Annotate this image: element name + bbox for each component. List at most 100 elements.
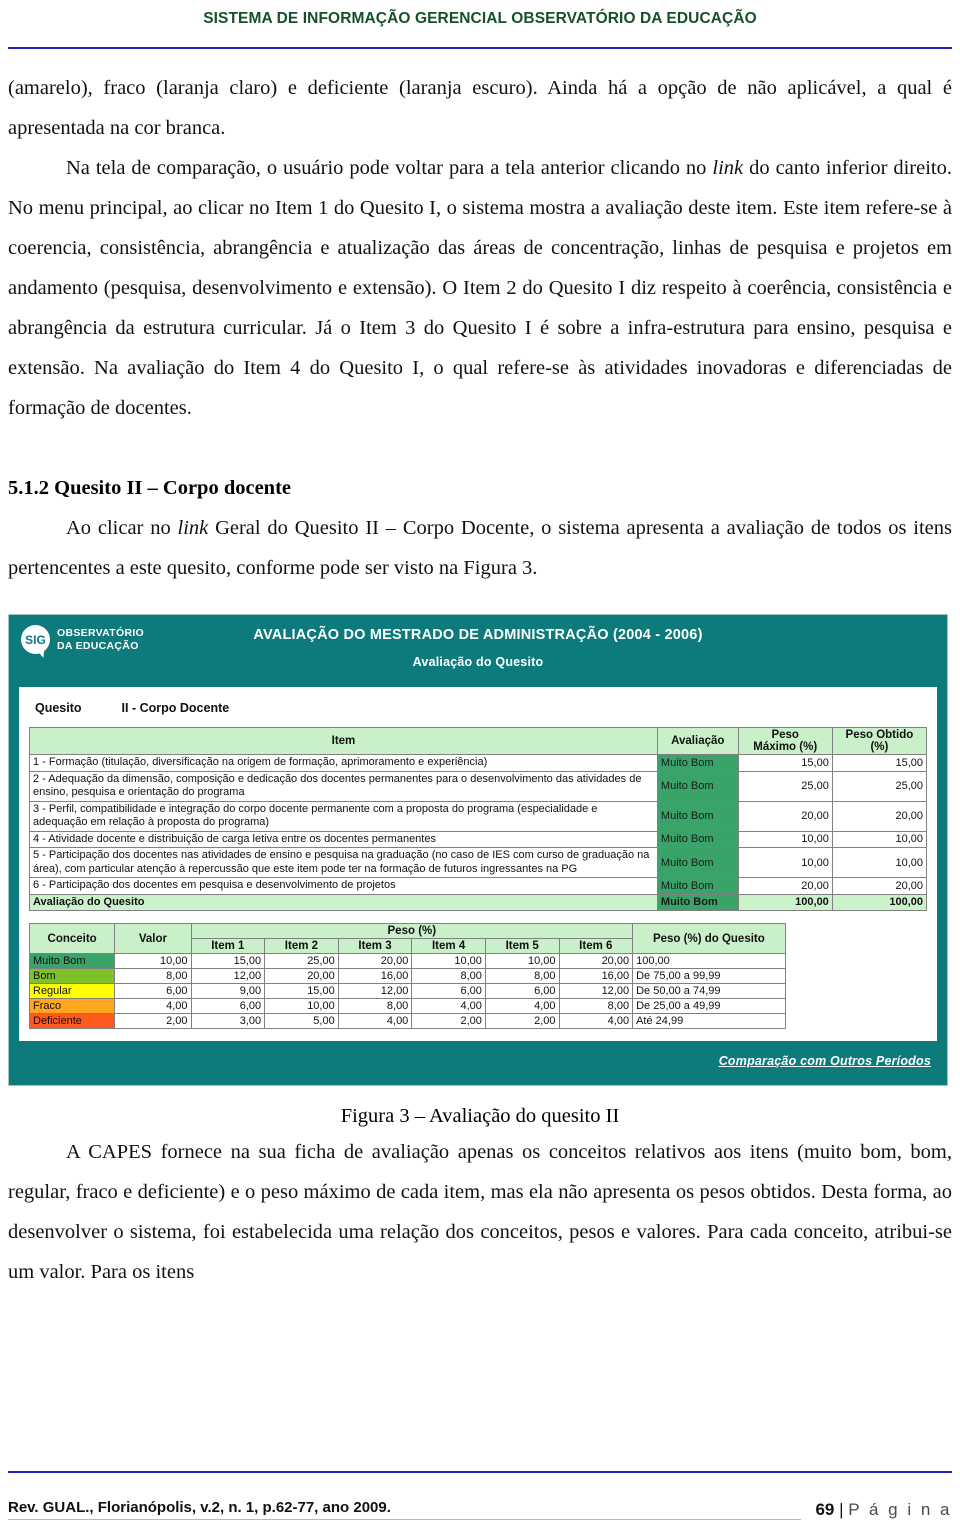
paragraph-3-emphasis-link: link — [177, 517, 209, 539]
legend-peso-2: 25,00 — [264, 953, 339, 969]
sig-logo: SIG OBSERVATÓRIO DA EDUCAÇÃO — [21, 625, 144, 654]
comparison-link[interactable]: Comparação com Outros Períodos — [719, 1054, 931, 1068]
footer-separator: | — [839, 1500, 844, 1519]
paragraph-4: A CAPES fornece na sua ficha de avaliaçã… — [8, 1132, 952, 1292]
legend-peso-4: 8,00 — [411, 968, 486, 984]
table-row: 2 - Adequação da dimensão, composição e … — [29, 770, 928, 802]
legend-peso-2: 5,00 — [264, 1013, 339, 1029]
total-evaluation: Muito Bom — [656, 893, 739, 911]
legend-spacer-cell — [785, 953, 927, 969]
item-description: 1 - Formação (titulação, diversificação … — [29, 754, 658, 772]
legend-peso-3: 4,00 — [337, 1013, 413, 1029]
figure-caption: Figura 3 – Avaliação do quesito II — [340, 1105, 620, 1127]
legend-peso-1: 6,00 — [190, 998, 266, 1014]
legend-col-item-6: Item 6 — [558, 938, 634, 954]
legend-peso-3: 8,00 — [337, 998, 413, 1014]
legend-quesito-range: De 25,00 a 49,99 — [632, 998, 786, 1014]
paragraph-1: (amarelo), fraco (laranja claro) e defic… — [8, 68, 952, 148]
item-peso-obtido: 20,00 — [831, 877, 928, 895]
legend-quesito-range: Até 24,99 — [632, 1013, 786, 1029]
legend-conceito: Muito Bom — [28, 953, 116, 969]
legend-table-body: Muito Bom 10,00 15,00 25,00 20,00 10,00 … — [28, 953, 927, 1029]
sig-logo-line2: DA EDUCAÇÃO — [57, 639, 139, 652]
table-row: 1 - Formação (titulação, diversificação … — [29, 754, 928, 772]
legend-col-item-5: Item 5 — [484, 938, 560, 954]
legend-peso-5: 2,00 — [484, 1013, 560, 1029]
sig-logo-line1: OBSERVATÓRIO — [57, 627, 145, 639]
quesito-value: II - Corpo Docente — [121, 701, 230, 715]
legend-peso-6: 4,00 — [558, 1013, 634, 1029]
app-subtitle: Avaliação do Quesito — [412, 655, 544, 669]
item-description: 4 - Atividade docente e distribuição de … — [29, 830, 658, 848]
item-peso-obtido: 15,00 — [831, 754, 928, 772]
legend-peso-3: 12,00 — [337, 983, 413, 999]
item-peso-obtido: 20,00 — [831, 800, 928, 832]
item-peso-obtido: 25,00 — [831, 770, 928, 802]
page-header: SISTEMA DE INFORMAÇÃO GERENCIAL OBSERVAT… — [0, 0, 960, 49]
footer-page-indicator: 69 | P á g i n a — [801, 1500, 952, 1520]
col-peso-maximo-l1: Peso — [771, 729, 799, 741]
legend-peso-6: 20,00 — [558, 953, 634, 969]
item-description: 2 - Adequação da dimensão, composição e … — [29, 770, 658, 802]
legend-spacer-cell — [785, 998, 927, 1014]
legend-conceito: Regular — [28, 983, 116, 999]
legend-valor: 8,00 — [114, 968, 192, 984]
legend-peso-6: 8,00 — [558, 998, 634, 1014]
quesito-label: Quesito — [35, 701, 82, 715]
paragraph-3-text-a: Ao clicar no — [66, 517, 178, 539]
item-peso-maximo: 10,00 — [737, 847, 833, 878]
legend-peso-4: 10,00 — [411, 953, 486, 969]
app-content: Quesito II - Corpo Docente Item Avaliaçã… — [19, 687, 937, 1041]
header-divider — [8, 47, 952, 49]
legend-peso-5: 6,00 — [484, 983, 560, 999]
legend-conceito: Fraco — [28, 998, 116, 1014]
table-row: 6 - Participação dos docentes em pesquis… — [29, 877, 928, 895]
item-evaluation: Muito Bom — [656, 754, 739, 772]
footer-divider — [8, 1471, 952, 1473]
paragraph-1-text: (amarelo), fraco (laranja claro) e defic… — [8, 77, 952, 139]
item-description: 5 - Participação dos docentes nas ativid… — [29, 847, 658, 878]
legend-peso-5: 4,00 — [484, 998, 560, 1014]
legend-peso-2: 15,00 — [264, 983, 339, 999]
legend-peso-4: 4,00 — [411, 998, 486, 1014]
legend-row: Muito Bom 10,00 15,00 25,00 20,00 10,00 … — [28, 953, 927, 969]
item-peso-maximo: 10,00 — [737, 830, 833, 848]
paragraph-3: Ao clicar no link Geral do Quesito II – … — [8, 508, 952, 588]
legend-quesito-range: De 50,00 a 74,99 — [632, 983, 786, 999]
legend-peso-2: 10,00 — [264, 998, 339, 1014]
document-content: (amarelo), fraco (laranja claro) e defic… — [0, 68, 960, 588]
legend-col-item-1: Item 1 — [190, 938, 266, 954]
item-evaluation: Muito Bom — [656, 800, 739, 832]
app-header: SIG OBSERVATÓRIO DA EDUCAÇÃO AVALIAÇÃO D… — [9, 615, 947, 687]
table-row: 3 - Perfil, compatibilidade e integração… — [29, 800, 928, 832]
item-description: 6 - Participação dos docentes em pesquis… — [29, 877, 658, 895]
total-peso-obtido: 100,00 — [831, 893, 928, 911]
item-evaluation: Muito Bom — [656, 830, 739, 848]
table-row-total: Avaliação do Quesito Muito Bom 100,00 10… — [29, 893, 928, 911]
section-heading: 5.1.2 Quesito II – Corpo docente — [8, 477, 292, 499]
legend-peso-2: 20,00 — [264, 968, 339, 984]
legend-row: Bom 8,00 12,00 20,00 16,00 8,00 8,00 16,… — [28, 968, 927, 984]
legend-col-conceito: Conceito — [28, 923, 116, 954]
col-peso-obtido-l2: (%) — [870, 741, 889, 753]
col-peso-maximo: Peso Máximo (%) — [737, 727, 833, 755]
item-peso-maximo: 20,00 — [737, 877, 833, 895]
legend-peso-5: 10,00 — [484, 953, 560, 969]
item-peso-maximo: 15,00 — [737, 754, 833, 772]
legend-quesito-range: De 75,00 a 99,99 — [632, 968, 786, 984]
table-row: 4 - Atividade docente e distribuição de … — [29, 830, 928, 848]
items-table: Item Avaliação Peso Máximo (%) Peso Obti… — [29, 727, 928, 911]
legend-col-item-2: Item 2 — [264, 938, 339, 954]
legend-valor: 4,00 — [114, 998, 192, 1014]
legend-valor: 6,00 — [114, 983, 192, 999]
app-title: AVALIAÇÃO DO MESTRADO DE ADMINISTRAÇÃO (… — [253, 627, 703, 643]
col-item: Item — [29, 727, 658, 755]
legend-row: Deficiente 2,00 3,00 5,00 4,00 2,00 2,00… — [28, 1013, 927, 1029]
legend-col-item-3: Item 3 — [337, 938, 413, 954]
legend-header-row-1: Conceito Valor Peso (%) Peso (%) do Ques… — [28, 923, 927, 954]
footer-row: Rev. GUAL., Florianópolis, v.2, n. 1, p.… — [8, 1499, 952, 1520]
paragraph-2: Na tela de comparação, o usuário pode vo… — [8, 148, 952, 428]
legend-section: Conceito Valor Peso (%) Peso (%) do Ques… — [28, 923, 927, 1029]
legend-col-quesito: Peso (%) do Quesito — [632, 923, 786, 954]
legend-quesito-range: 100,00 — [632, 953, 786, 969]
